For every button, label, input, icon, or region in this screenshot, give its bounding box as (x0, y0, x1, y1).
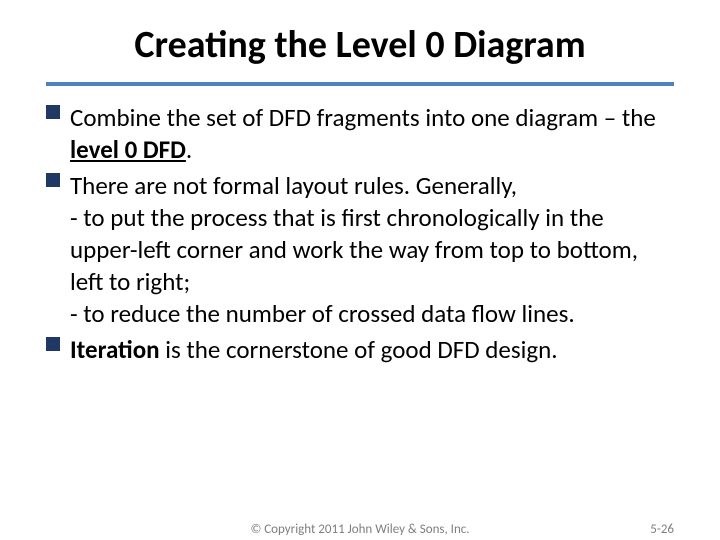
bullet-text-emph: Iteration (70, 334, 160, 365)
copyright-text: © Copyright 2011 John Wiley & Sons, Inc. (0, 522, 720, 537)
square-bullet-icon (46, 337, 60, 351)
bullet-text-post: is the cornerstone of good DFD design. (160, 334, 558, 365)
title-rule (46, 82, 674, 86)
bullet-text: There are not formal layout rules. Gener… (70, 170, 517, 201)
bullet-text-pre: Combine the set of DFD fragments into on… (70, 102, 656, 133)
bullet-text-emph: level 0 DFD (70, 134, 186, 165)
slide-title: Creating the Level 0 Diagram (46, 22, 674, 68)
square-bullet-icon (46, 173, 60, 187)
bullet-subline: - to put the process that is first chron… (70, 202, 674, 298)
bullet-text-post: . (186, 134, 192, 165)
bullet-item: Combine the set of DFD fragments into on… (46, 102, 674, 166)
bullet-subline: - to reduce the number of crossed data f… (70, 298, 674, 330)
bullet-item: Iteration is the cornerstone of good DFD… (46, 334, 674, 366)
slide-body: Combine the set of DFD fragments into on… (46, 102, 674, 366)
slide: Creating the Level 0 Diagram Combine the… (0, 0, 720, 540)
square-bullet-icon (46, 105, 60, 119)
bullet-item: There are not formal layout rules. Gener… (46, 170, 674, 330)
page-number: 5-26 (650, 522, 674, 537)
